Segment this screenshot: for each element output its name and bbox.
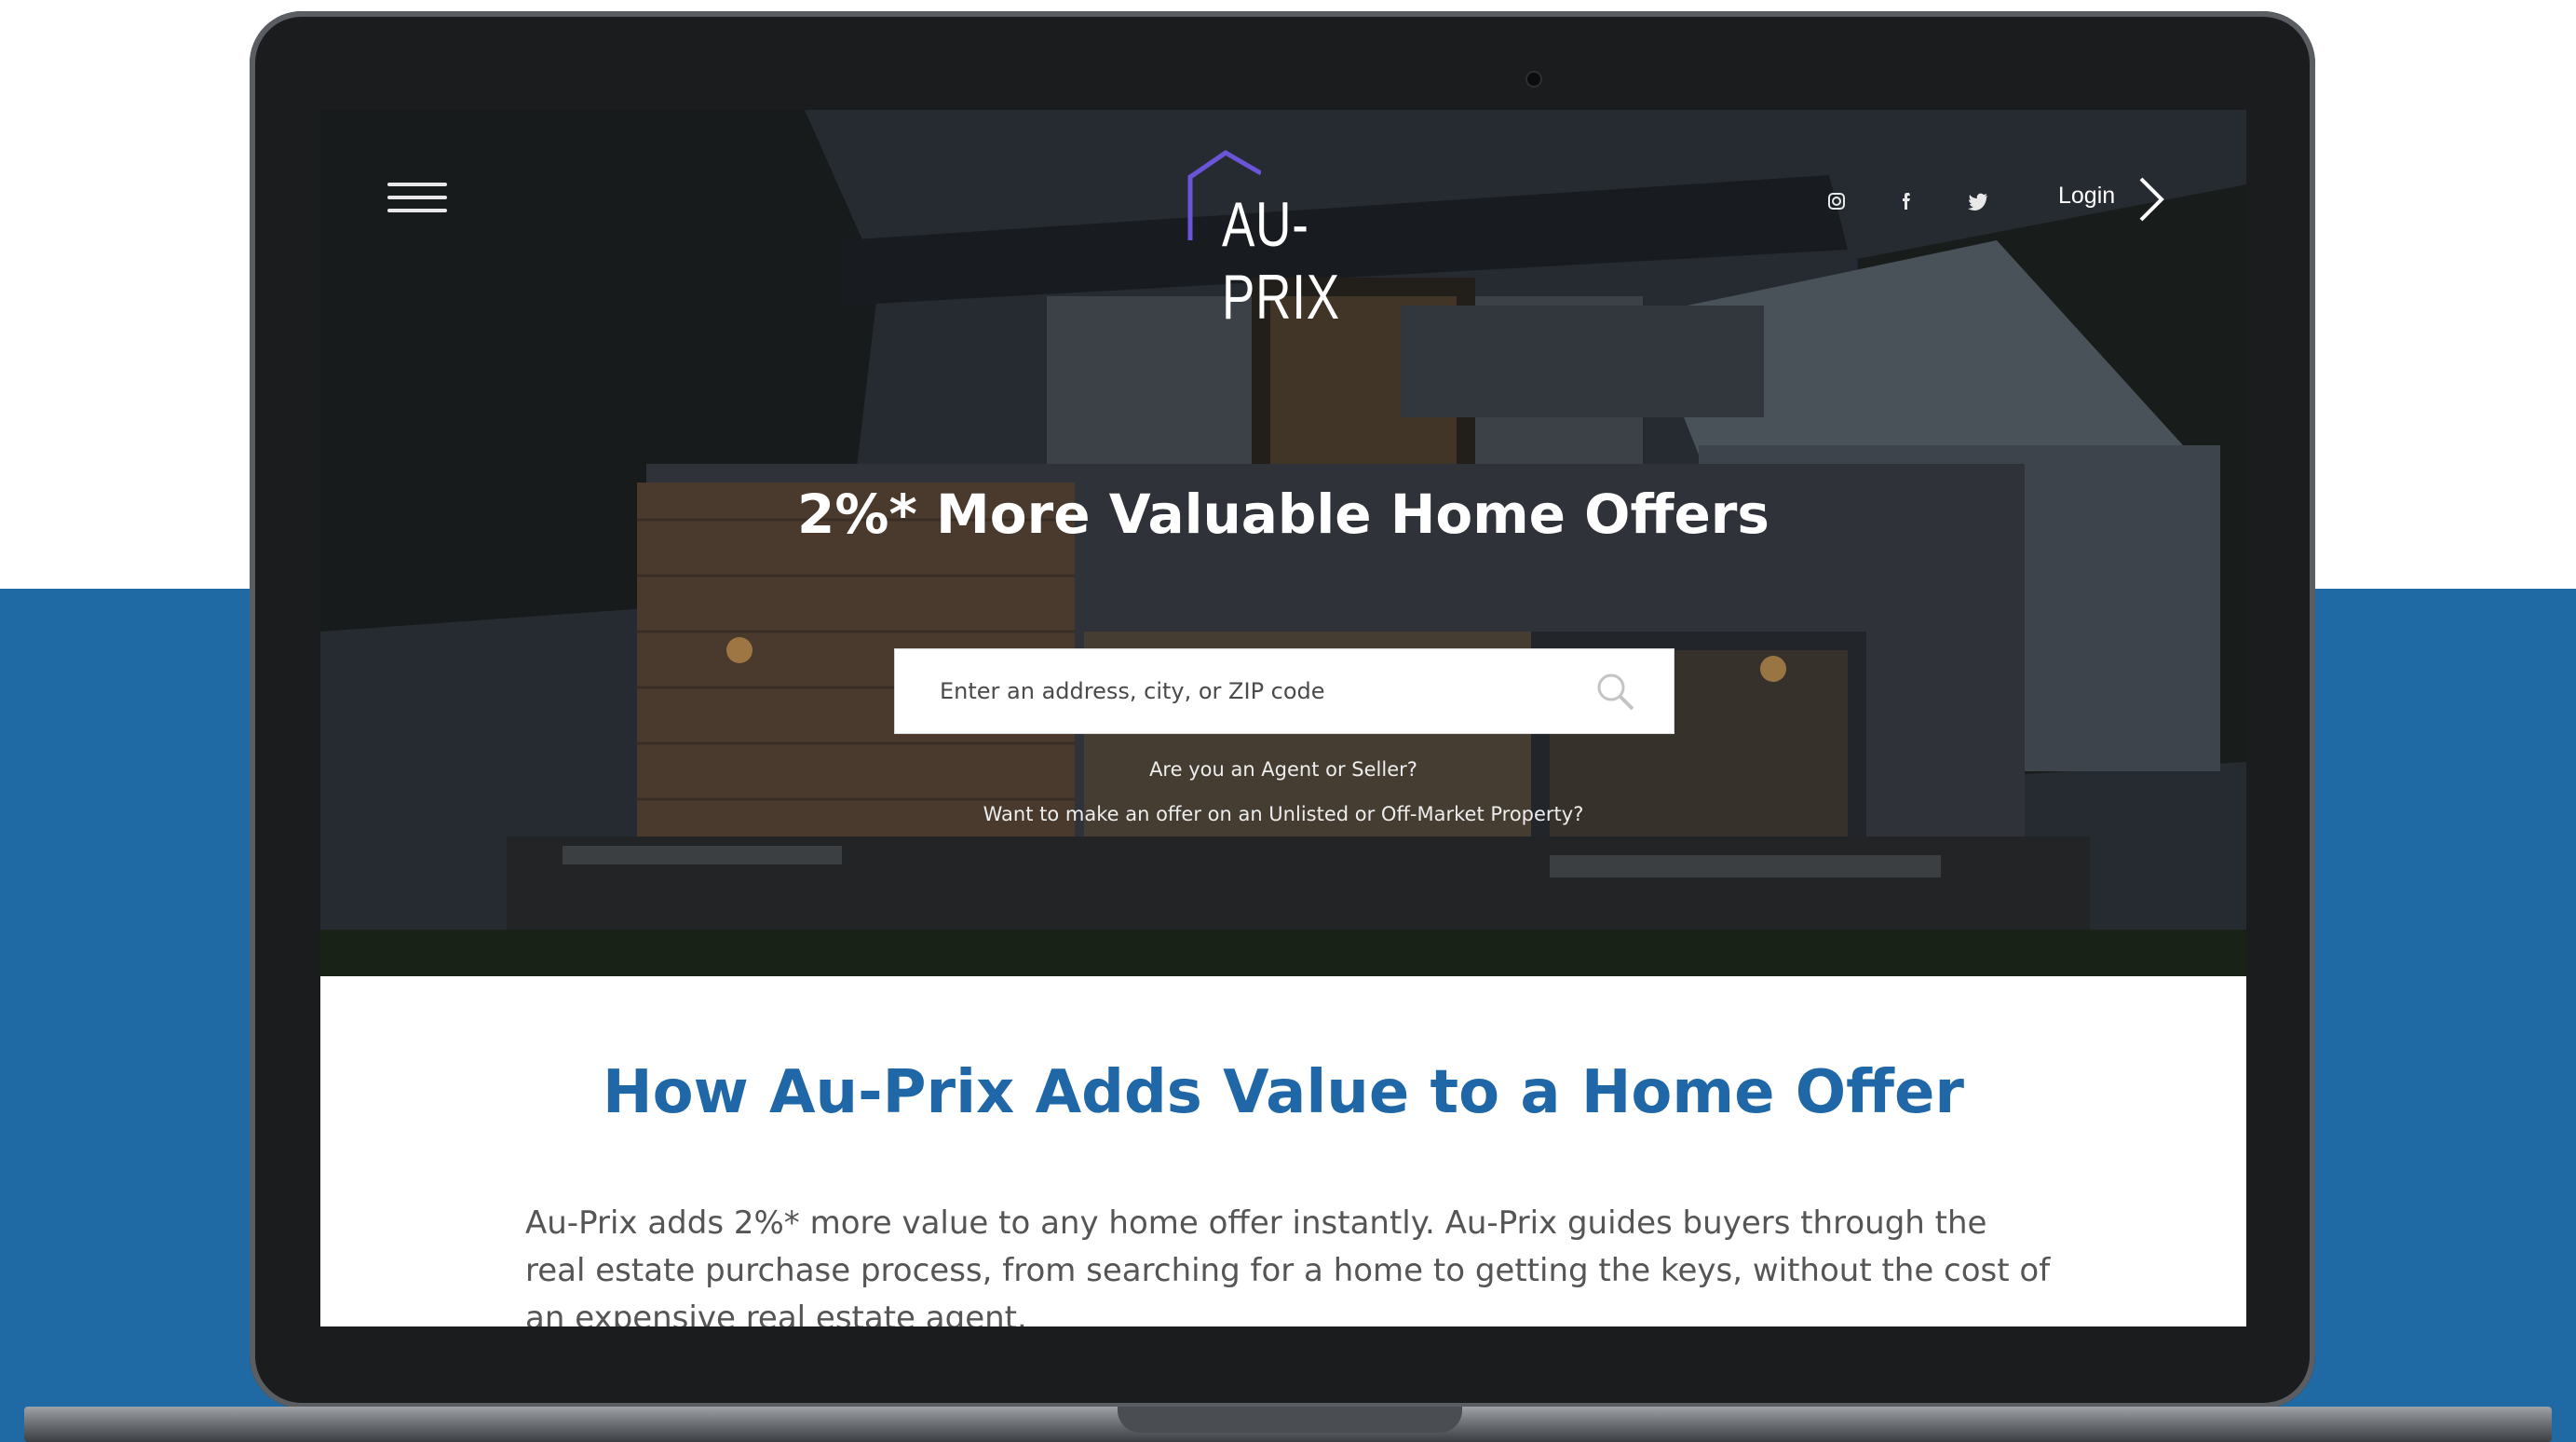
search-icon[interactable]	[1593, 670, 1638, 714]
chevron-right-icon[interactable]	[2132, 173, 2169, 225]
instagram-icon[interactable]	[1818, 183, 1855, 220]
agent-seller-link[interactable]: Are you an Agent or Seller?	[320, 758, 2246, 781]
laptop-base-notch	[1118, 1407, 1462, 1433]
search-input[interactable]	[940, 649, 1592, 733]
section-heading: How Au-Prix Adds Value to a Home Offer	[603, 1058, 1964, 1127]
search-bar	[894, 648, 1674, 734]
section-paragraph: Au-Prix adds 2%* more value to any home …	[525, 1204, 2051, 1326]
twitter-icon[interactable]	[1959, 183, 1997, 220]
hero-section: AU-PRIX Login 2%* More Valuable Home Off…	[320, 110, 2246, 976]
logo-text: AU-PRIX	[1222, 189, 1340, 333]
browser-viewport: AU-PRIX Login 2%* More Valuable Home Off…	[320, 110, 2246, 1326]
camera-dot	[1527, 73, 1540, 86]
hamburger-menu-icon[interactable]	[387, 183, 447, 220]
login-link[interactable]: Login	[2058, 183, 2115, 210]
hero-title: 2%* More Valuable Home Offers	[797, 483, 1769, 546]
site-logo[interactable]: AU-PRIX	[1186, 145, 1410, 333]
unlisted-property-link[interactable]: Want to make an offer on an Unlisted or …	[320, 803, 2246, 825]
facebook-icon[interactable]	[1889, 183, 1926, 220]
